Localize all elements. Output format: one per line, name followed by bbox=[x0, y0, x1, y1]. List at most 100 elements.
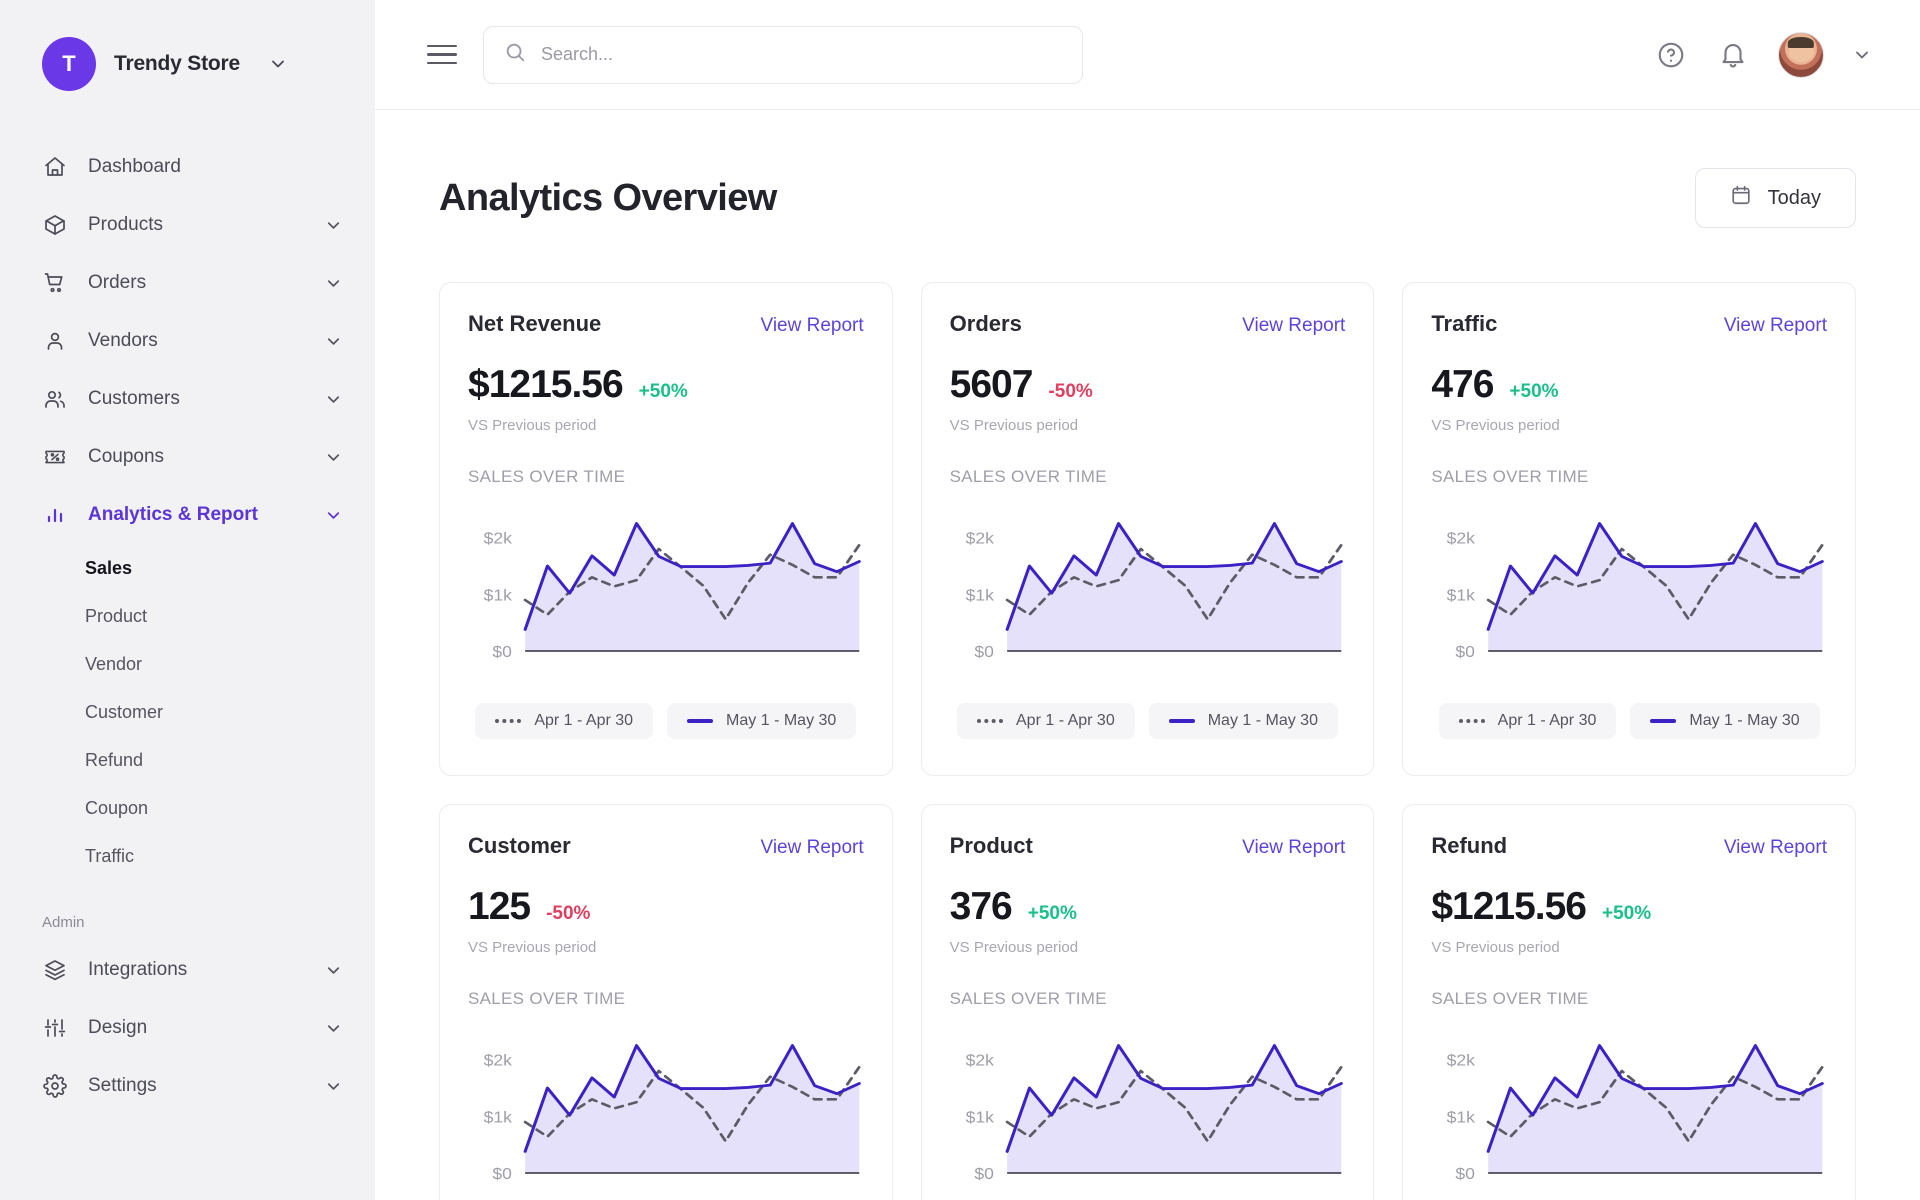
legend-label: Apr 1 - Apr 30 bbox=[1497, 712, 1597, 729]
metric-value: 376 bbox=[949, 885, 1013, 928]
sidebar-subitem-sales[interactable]: Sales bbox=[0, 544, 375, 592]
help-circle-icon[interactable] bbox=[1654, 38, 1688, 72]
search-box[interactable] bbox=[483, 25, 1083, 84]
chevron-down-icon[interactable] bbox=[1852, 45, 1872, 65]
chart-container: $0$1k$2k Apr 1 - Apr 30 May 1 - May 30 bbox=[1431, 509, 1827, 753]
sidebar-item-customers[interactable]: Customers bbox=[0, 370, 375, 428]
comparison-label: VS Previous period bbox=[949, 939, 1079, 956]
sidebar-item-label: Settings bbox=[88, 1075, 157, 1096]
sales-over-time-chart: $0 $1k $2k bbox=[950, 509, 1346, 677]
sidebar-item-label: Customers bbox=[88, 388, 180, 409]
sales-over-time-svg: $0 $1k $2k bbox=[965, 522, 1343, 661]
view-report-link[interactable]: View Report bbox=[1242, 315, 1345, 337]
chevron-down-icon[interactable] bbox=[324, 1019, 343, 1038]
legend-label: Apr 1 - Apr 30 bbox=[1016, 712, 1115, 729]
main-nav: Dashboard Products Orders Vendors Custom… bbox=[0, 138, 375, 1115]
sidebar-subitem-label: Traffic bbox=[85, 845, 135, 866]
chevron-down-icon[interactable] bbox=[324, 216, 343, 235]
chart-container: $0$1k$2k Apr 1 - Apr 30 May 1 - May 30 bbox=[950, 1031, 1346, 1200]
chart-legend: Apr 1 - Apr 30 May 1 - May 30 bbox=[950, 703, 1346, 739]
sidebar-item-design[interactable]: Design bbox=[0, 999, 375, 1057]
sales-over-time-chart: $0 $1k $2k bbox=[468, 509, 864, 677]
sidebar-item-settings[interactable]: Settings bbox=[0, 1057, 375, 1115]
sidebar-subitem-vendor[interactable]: Vendor bbox=[0, 640, 375, 688]
legend-item-current[interactable]: May 1 - May 30 bbox=[1148, 703, 1338, 739]
legend-item-current[interactable]: May 1 - May 30 bbox=[667, 703, 857, 739]
sidebar-item-orders[interactable]: Orders bbox=[0, 254, 375, 312]
date-range-button[interactable]: Today bbox=[1694, 168, 1856, 228]
metric-value: $1215.56 bbox=[1431, 885, 1587, 928]
sales-over-time-chart: $0 $1k $2k bbox=[468, 1031, 864, 1199]
chevron-down-icon[interactable] bbox=[324, 506, 343, 525]
chart-legend: Apr 1 - Apr 30 May 1 - May 30 bbox=[468, 703, 864, 739]
comparison-label: VS Previous period bbox=[949, 417, 1079, 434]
legend-item-previous[interactable]: Apr 1 - Apr 30 bbox=[957, 703, 1135, 739]
sidebar-item-coupons[interactable]: Coupons bbox=[0, 428, 375, 486]
sidebar-item-integrations[interactable]: Integrations bbox=[0, 941, 375, 999]
svg-text:$1k: $1k bbox=[965, 586, 994, 604]
sales-over-time-svg: $0 $1k $2k bbox=[484, 1044, 861, 1183]
view-report-link[interactable]: View Report bbox=[1724, 837, 1827, 859]
sidebar-item-vendors[interactable]: Vendors bbox=[0, 312, 375, 370]
box-icon bbox=[42, 212, 68, 238]
chevron-down-icon[interactable] bbox=[324, 390, 343, 409]
app-root: T Trendy Store Dashboard Products Orders… bbox=[0, 0, 1920, 1200]
solid-line-swatch-icon bbox=[1168, 719, 1195, 723]
sidebar-subitem-label: Sales bbox=[85, 557, 133, 578]
view-report-link[interactable]: View Report bbox=[1242, 837, 1345, 859]
sidebar-item-products[interactable]: Products bbox=[0, 196, 375, 254]
metric-card: Refund View Report $1215.56 +50% VS Prev… bbox=[1402, 804, 1856, 1200]
svg-text:$2k: $2k bbox=[484, 1051, 513, 1069]
sidebar-section-admin: Admin bbox=[42, 914, 85, 931]
legend-label: May 1 - May 30 bbox=[726, 712, 837, 729]
search-input[interactable] bbox=[541, 44, 1062, 65]
chart-container: $0$1k$2k Apr 1 - Apr 30 May 1 - May 30 bbox=[950, 509, 1346, 753]
card-header: Refund View Report bbox=[1431, 833, 1827, 859]
card-title: Customer bbox=[468, 833, 571, 858]
chart-caption: SALES OVER TIME bbox=[1431, 989, 1589, 1008]
chevron-down-icon[interactable] bbox=[324, 1077, 343, 1096]
metric-value: $1215.56 bbox=[468, 363, 624, 406]
legend-item-current[interactable]: May 1 - May 30 bbox=[1630, 703, 1820, 739]
legend-item-previous[interactable]: Apr 1 - Apr 30 bbox=[1438, 703, 1617, 739]
bell-icon[interactable] bbox=[1716, 38, 1750, 72]
users-icon bbox=[42, 386, 68, 412]
view-report-link[interactable]: View Report bbox=[1724, 315, 1827, 337]
legend-item-previous[interactable]: Apr 1 - Apr 30 bbox=[475, 703, 654, 739]
chevron-down-icon[interactable] bbox=[268, 54, 288, 74]
chart-container: $0$1k$2k Apr 1 - Apr 30 May 1 - May 30 bbox=[1431, 1031, 1827, 1200]
sidebar-item-dashboard[interactable]: Dashboard bbox=[0, 138, 375, 196]
layers-icon bbox=[42, 957, 68, 983]
legend-label: May 1 - May 30 bbox=[1207, 712, 1318, 729]
svg-text:$1k: $1k bbox=[1447, 586, 1476, 604]
svg-text:$1k: $1k bbox=[484, 1108, 513, 1126]
chevron-down-icon[interactable] bbox=[324, 961, 343, 980]
view-report-link[interactable]: View Report bbox=[761, 837, 864, 859]
sidebar-subitem-label: Vendor bbox=[85, 653, 143, 674]
chevron-down-icon[interactable] bbox=[324, 332, 343, 351]
sidebar-subitem-label: Refund bbox=[85, 749, 144, 770]
sidebar-subitem-refund[interactable]: Refund bbox=[0, 736, 375, 784]
svg-text:$0: $0 bbox=[492, 643, 512, 661]
view-report-link[interactable]: View Report bbox=[761, 315, 864, 337]
sidebar-subitem-product[interactable]: Product bbox=[0, 592, 375, 640]
search-icon bbox=[504, 41, 526, 68]
chart-caption: SALES OVER TIME bbox=[949, 989, 1107, 1008]
svg-text:$2k: $2k bbox=[1447, 1051, 1476, 1069]
sidebar-item-analytics-report[interactable]: Analytics & Report bbox=[0, 486, 375, 544]
sidebar-subitem-customer[interactable]: Customer bbox=[0, 688, 375, 736]
metrics-grid: Net Revenue View Report $1215.56 +50% VS… bbox=[439, 282, 1856, 1200]
sidebar-subitem-coupon[interactable]: Coupon bbox=[0, 784, 375, 832]
metric-row: 376 +50% bbox=[950, 885, 1346, 929]
sidebar-item-label: Integrations bbox=[88, 959, 188, 980]
brand-avatar: T bbox=[42, 37, 96, 91]
chevron-down-icon[interactable] bbox=[324, 448, 343, 467]
chevron-down-icon[interactable] bbox=[324, 274, 343, 293]
avatar[interactable] bbox=[1778, 31, 1824, 78]
svg-text:$2k: $2k bbox=[1447, 529, 1476, 547]
page-header: Analytics Overview Today bbox=[439, 168, 1856, 228]
hamburger-icon[interactable] bbox=[427, 38, 461, 72]
sales-over-time-chart: $0 $1k $2k bbox=[1431, 509, 1827, 677]
brand-switcher[interactable]: T Trendy Store bbox=[0, 0, 375, 100]
sidebar-subitem-traffic[interactable]: Traffic bbox=[0, 832, 375, 880]
